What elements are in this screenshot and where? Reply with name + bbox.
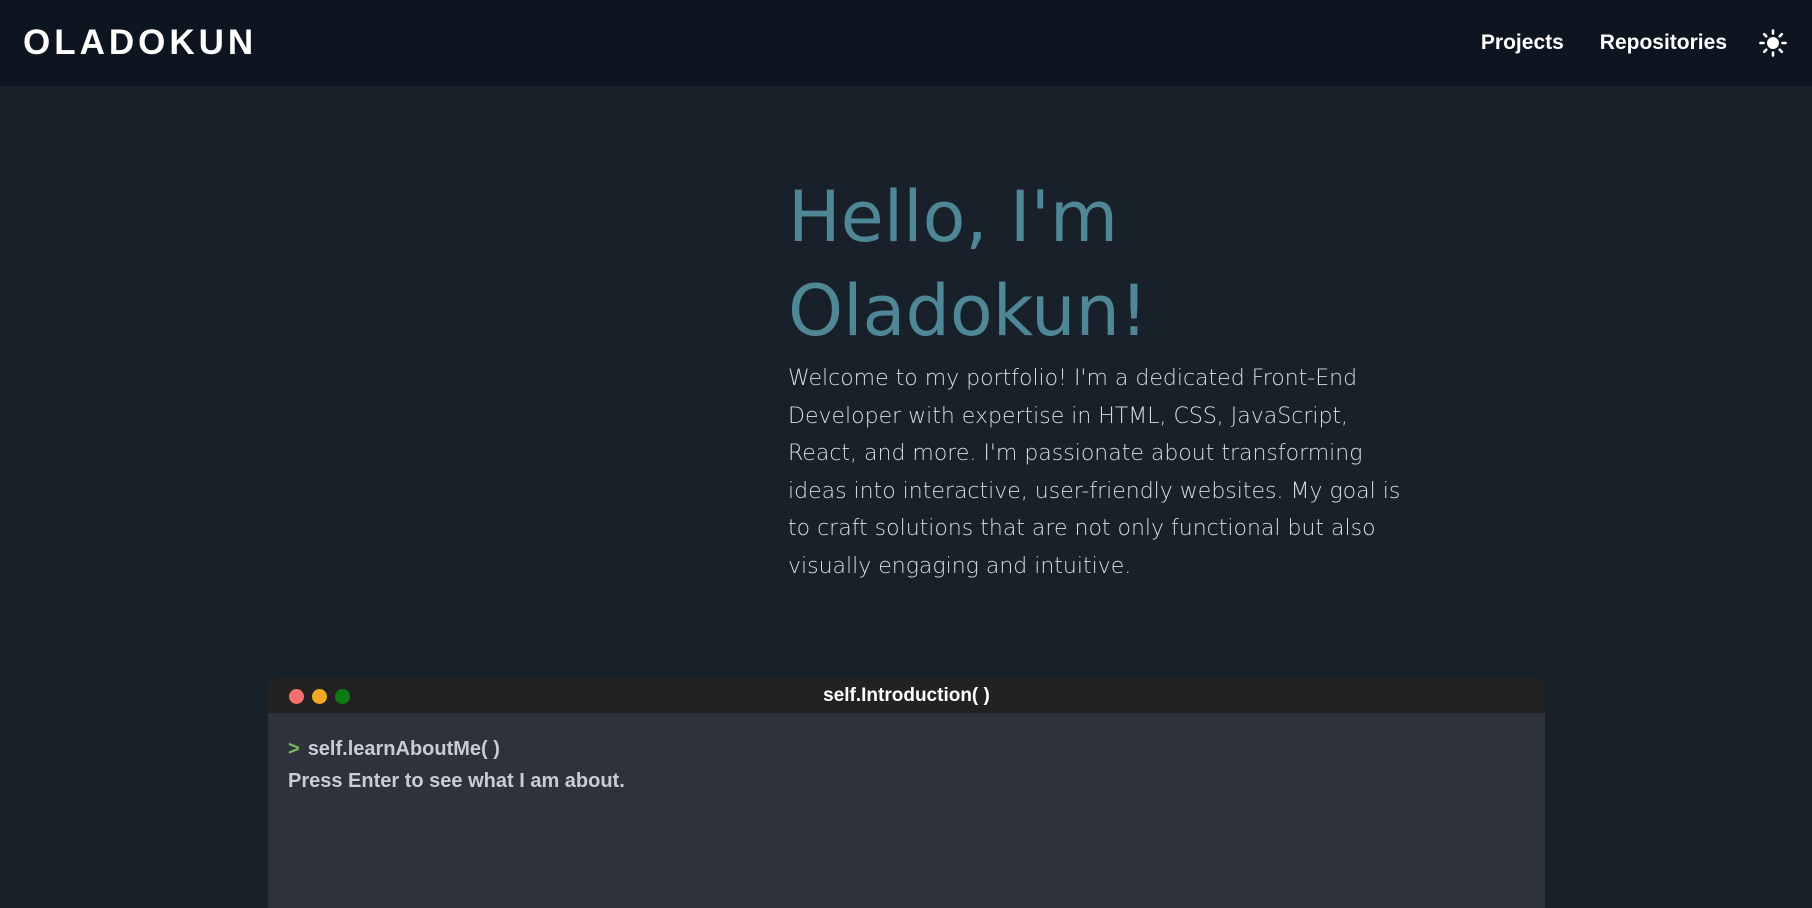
main-nav: Projects Repositories bbox=[1445, 27, 1789, 59]
terminal-command: self.learnAboutMe( ) bbox=[307, 738, 500, 760]
minimize-dot-icon bbox=[312, 689, 327, 704]
terminal-body[interactable]: > self.learnAboutMe( ) Press Enter to see… bbox=[268, 713, 1545, 817]
terminal-command-line: > self.learnAboutMe( ) bbox=[288, 733, 1525, 765]
terminal-prompt: > bbox=[288, 738, 300, 760]
theme-toggle-button[interactable] bbox=[1757, 27, 1789, 59]
terminal-hint: Press Enter to see what I am about. bbox=[288, 770, 625, 792]
sun-icon bbox=[1759, 29, 1787, 57]
hero-intro-text: Welcome to my portfolio! I'm a dedicated… bbox=[788, 366, 1401, 579]
terminal-title-bar: self.Introduction( ) bbox=[268, 678, 1545, 713]
nav-repositories-link[interactable]: Repositories bbox=[1600, 31, 1727, 55]
hero-title: Hello, I'm Oladokun! bbox=[788, 170, 1408, 358]
maximize-dot-icon bbox=[335, 689, 350, 704]
nav-projects-link[interactable]: Projects bbox=[1481, 31, 1564, 55]
hero-title-line2: Oladokun! bbox=[788, 270, 1148, 352]
window-controls bbox=[289, 689, 358, 704]
close-dot-icon bbox=[289, 689, 304, 704]
terminal-title: self.Introduction( ) bbox=[823, 684, 990, 706]
site-logo[interactable]: OLADOKUN bbox=[23, 23, 257, 63]
top-navbar: OLADOKUN Projects Repositories bbox=[0, 0, 1812, 86]
hero-section: Hello, I'm Oladokun! Welcome to my portf… bbox=[788, 170, 1408, 585]
intro-terminal[interactable]: self.Introduction( ) > self.learnAboutMe(… bbox=[268, 678, 1545, 908]
hero-title-line1: Hello, I'm bbox=[788, 176, 1119, 258]
